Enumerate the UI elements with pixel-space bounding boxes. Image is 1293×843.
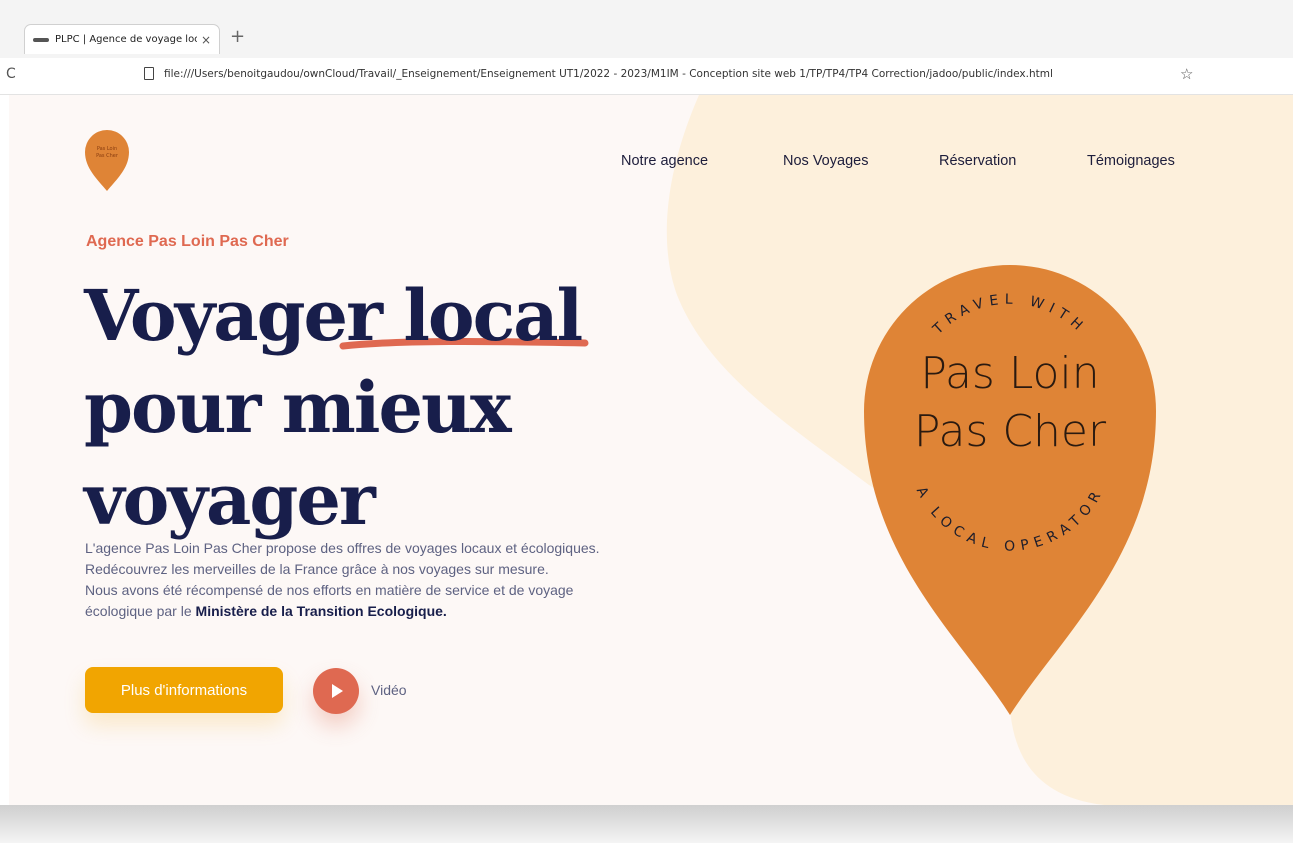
hero-headline: Voyager local pour mieux voyager: [84, 270, 684, 546]
logo-icon[interactable]: Pas Loin Pas Cher: [85, 130, 129, 192]
tab-close-icon[interactable]: ×: [201, 33, 211, 47]
headline-part-voyager-2: voyager: [84, 458, 376, 541]
page-icon: [144, 67, 154, 80]
badge-line-1: Pas Loin: [920, 348, 1099, 399]
nav-item-notre-agence[interactable]: Notre agence: [621, 153, 708, 169]
address-bar: C file:///Users/benoitgaudou/ownCloud/Tr…: [0, 58, 1293, 95]
hero-subtitle: Agence Pas Loin Pas Cher: [86, 233, 289, 250]
browser-tab[interactable]: PLPC | Agence de voyage local ×: [24, 24, 220, 54]
window-bottom-shadow: [0, 805, 1293, 843]
headline-part-pour-mieux: pour mieux: [84, 366, 512, 449]
new-tab-icon[interactable]: +: [230, 28, 245, 46]
nav-item-nos-voyages[interactable]: Nos Voyages: [783, 153, 868, 169]
description-paragraph-2: Nous avons été récompensé de nos efforts…: [85, 580, 625, 622]
web-page: Pas Loin Pas Cher Notre agence Nos Voyag…: [9, 95, 1293, 805]
url-field[interactable]: file:///Users/benoitgaudou/ownCloud/Trav…: [164, 68, 1053, 80]
headline-part-voyager: Voyager: [84, 274, 383, 357]
video-link[interactable]: Vidéo: [371, 682, 407, 698]
logo-text-top: Pas Loin: [97, 146, 117, 152]
brand-badge-pin: TRAVEL WITH Pas Loin Pas Cher A LOCAL OP…: [864, 265, 1156, 715]
nav-item-temoignages[interactable]: Témoignages: [1087, 153, 1175, 169]
bookmark-star-icon[interactable]: ☆: [1180, 65, 1193, 83]
description-paragraph-1: L'agence Pas Loin Pas Cher propose des o…: [85, 540, 600, 577]
browser-tab-bar: PLPC | Agence de voyage local × +: [0, 0, 1293, 58]
favicon-icon: [33, 37, 49, 42]
hero-description: L'agence Pas Loin Pas Cher propose des o…: [85, 538, 625, 622]
ministry-name: Ministère de la Transition Ecologique.: [195, 603, 447, 619]
badge-line-2: Pas Cher: [914, 406, 1107, 457]
more-info-button[interactable]: Plus d'informations: [85, 667, 283, 713]
play-video-icon[interactable]: [313, 668, 359, 714]
logo-text-bottom: Pas Cher: [96, 153, 119, 159]
tab-title: PLPC | Agence de voyage local: [55, 34, 197, 45]
reload-icon[interactable]: C: [6, 66, 16, 82]
headline-part-local: local: [403, 274, 583, 357]
nav-item-reservation[interactable]: Réservation: [939, 153, 1016, 169]
